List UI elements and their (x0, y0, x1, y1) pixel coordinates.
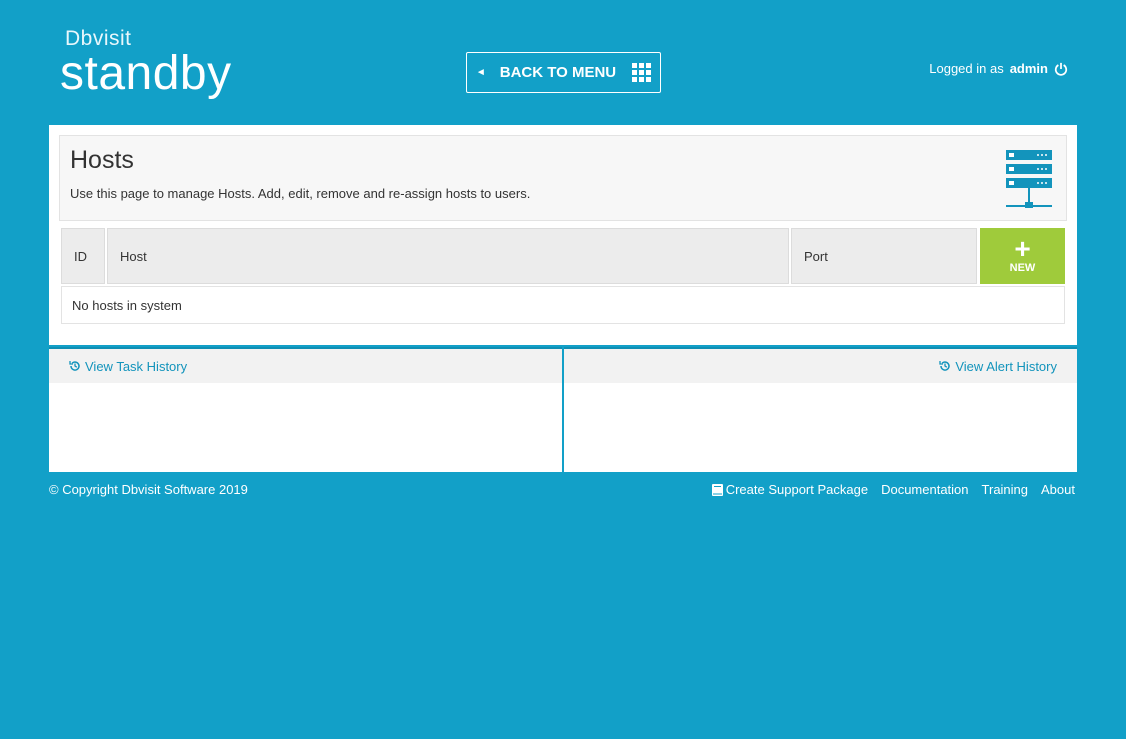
logged-in-status: Logged in as admin (929, 61, 1068, 76)
task-history-panel: View Task History (49, 347, 562, 472)
view-alert-history-link[interactable]: View Alert History (939, 359, 1057, 374)
history-icon (69, 361, 80, 371)
documentation-link[interactable]: Documentation (881, 482, 968, 497)
training-link[interactable]: Training (982, 482, 1028, 497)
new-host-label: NEW (1009, 262, 1036, 274)
empty-table-message: No hosts in system (61, 286, 1065, 324)
page-description: Use this page to manage Hosts. Add, edit… (70, 186, 531, 201)
logo-product: standby (60, 47, 232, 100)
view-alert-history-label: View Alert History (955, 358, 1057, 374)
dbvisit-standby-logo: Dbvisit standby (60, 28, 232, 98)
new-host-button[interactable]: + NEW (980, 228, 1065, 284)
power-icon[interactable] (1054, 62, 1068, 76)
column-header-port[interactable]: Port (791, 228, 977, 284)
view-task-history-label: View Task History (85, 358, 188, 374)
alert-history-panel: View Alert History (564, 347, 1077, 472)
hosts-panel: Hosts Use this page to manage Hosts. Add… (49, 125, 1077, 345)
hosts-table-header: ID Host Port + NEW (61, 228, 1065, 284)
create-support-package-link[interactable]: Create Support Package (711, 482, 869, 497)
server-icon (1006, 150, 1052, 208)
column-header-id[interactable]: ID (61, 228, 105, 284)
column-header-host[interactable]: Host (107, 228, 789, 284)
create-support-package-label: Create Support Package (725, 482, 869, 497)
grid-menu-icon (632, 63, 652, 82)
back-arrow-icon: ◄ (475, 67, 486, 78)
about-link[interactable]: About (1041, 482, 1075, 497)
page-header: Hosts Use this page to manage Hosts. Add… (59, 135, 1067, 221)
book-icon (711, 483, 723, 496)
logged-in-prefix: Logged in as (929, 61, 1004, 76)
plus-icon: + (1014, 233, 1031, 264)
username: admin (1009, 61, 1048, 76)
history-icon (939, 361, 951, 371)
copyright-text: © Copyright Dbvisit Software 2019 (49, 482, 248, 497)
view-task-history-link[interactable]: View Task History (69, 359, 187, 374)
footer-links: Create Support Package Documentation Tra… (711, 482, 1075, 497)
back-to-menu-label: BACK TO MENU (499, 64, 617, 81)
page-title: Hosts (70, 146, 134, 174)
back-to-menu-button[interactable]: ◄ BACK TO MENU (466, 52, 661, 93)
